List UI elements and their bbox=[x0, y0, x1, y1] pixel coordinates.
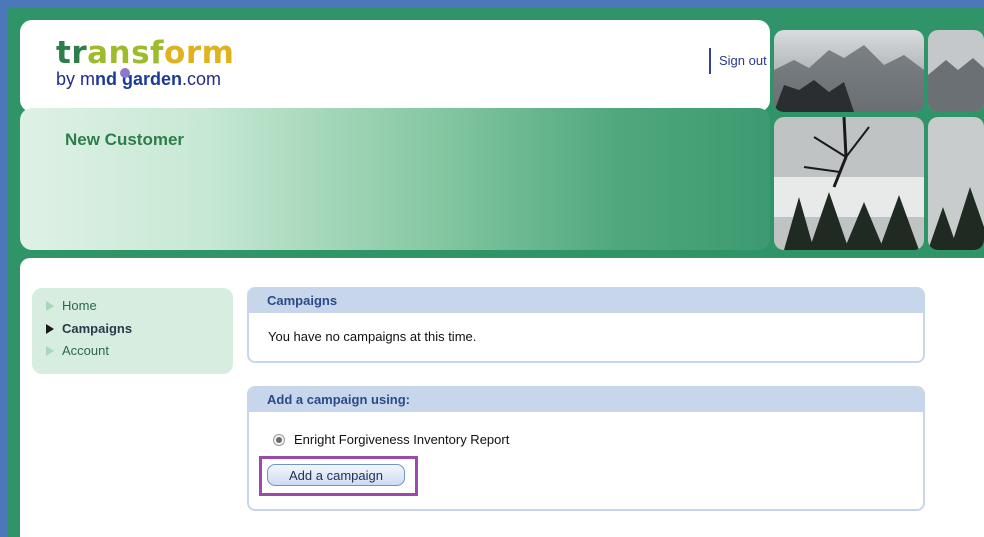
page-title: New Customer bbox=[65, 130, 185, 149]
logo-part-b: ansf bbox=[87, 35, 165, 71]
sidebar-item-campaigns[interactable]: Campaigns bbox=[46, 321, 132, 336]
logo-tagline-suffix: .com bbox=[182, 69, 222, 89]
sign-out-link[interactable]: Sign out bbox=[719, 53, 767, 68]
arrow-icon bbox=[46, 345, 54, 356]
report-option: Enright Forgiveness Inventory Report bbox=[273, 432, 509, 447]
logo[interactable]: transform by mnd garden.com bbox=[56, 35, 235, 90]
sidebar-item-label: Campaigns bbox=[62, 321, 133, 336]
logo-dot-icon bbox=[120, 68, 130, 78]
logo-tagline-prefix: by m bbox=[56, 69, 96, 89]
campaigns-panel: Campaigns You have no campaigns at this … bbox=[247, 287, 925, 363]
pine-trees-photo bbox=[928, 117, 984, 250]
no-campaigns-message: You have no campaigns at this time. bbox=[268, 329, 477, 344]
campaigns-panel-title: Campaigns bbox=[249, 289, 923, 313]
report-radio[interactable] bbox=[273, 433, 285, 446]
arrow-icon bbox=[46, 300, 54, 311]
sidebar-item-label: Account bbox=[62, 343, 109, 358]
logo-part-a: tr bbox=[56, 35, 88, 71]
add-campaign-panel-title: Add a campaign using: bbox=[249, 388, 923, 412]
logo-wordmark: transform bbox=[56, 35, 235, 71]
sidebar-item-label: Home bbox=[62, 298, 97, 313]
arrow-icon bbox=[46, 323, 54, 334]
sidebar: Home Campaigns Account bbox=[32, 288, 233, 374]
logo-tagline-bold: nd garden bbox=[95, 69, 183, 89]
logo-tagline: by mnd garden.com bbox=[56, 69, 234, 89]
report-option-label: Enright Forgiveness Inventory Report bbox=[294, 432, 510, 447]
header: transform by mnd garden.com Sign out bbox=[20, 20, 770, 112]
main-content: Home Campaigns Account Campaigns You hav… bbox=[20, 258, 984, 537]
logo-part-c: orm bbox=[164, 35, 235, 71]
banner: New Customer bbox=[20, 108, 770, 250]
sidebar-item-account[interactable]: Account bbox=[46, 343, 109, 358]
forest-fog-photo bbox=[774, 117, 924, 250]
misty-mountain-photo bbox=[774, 30, 924, 112]
add-campaign-button[interactable]: Add a campaign bbox=[267, 464, 405, 486]
misty-peak-photo bbox=[928, 30, 984, 112]
signout-divider bbox=[709, 48, 711, 74]
sidebar-item-home[interactable]: Home bbox=[46, 298, 97, 313]
